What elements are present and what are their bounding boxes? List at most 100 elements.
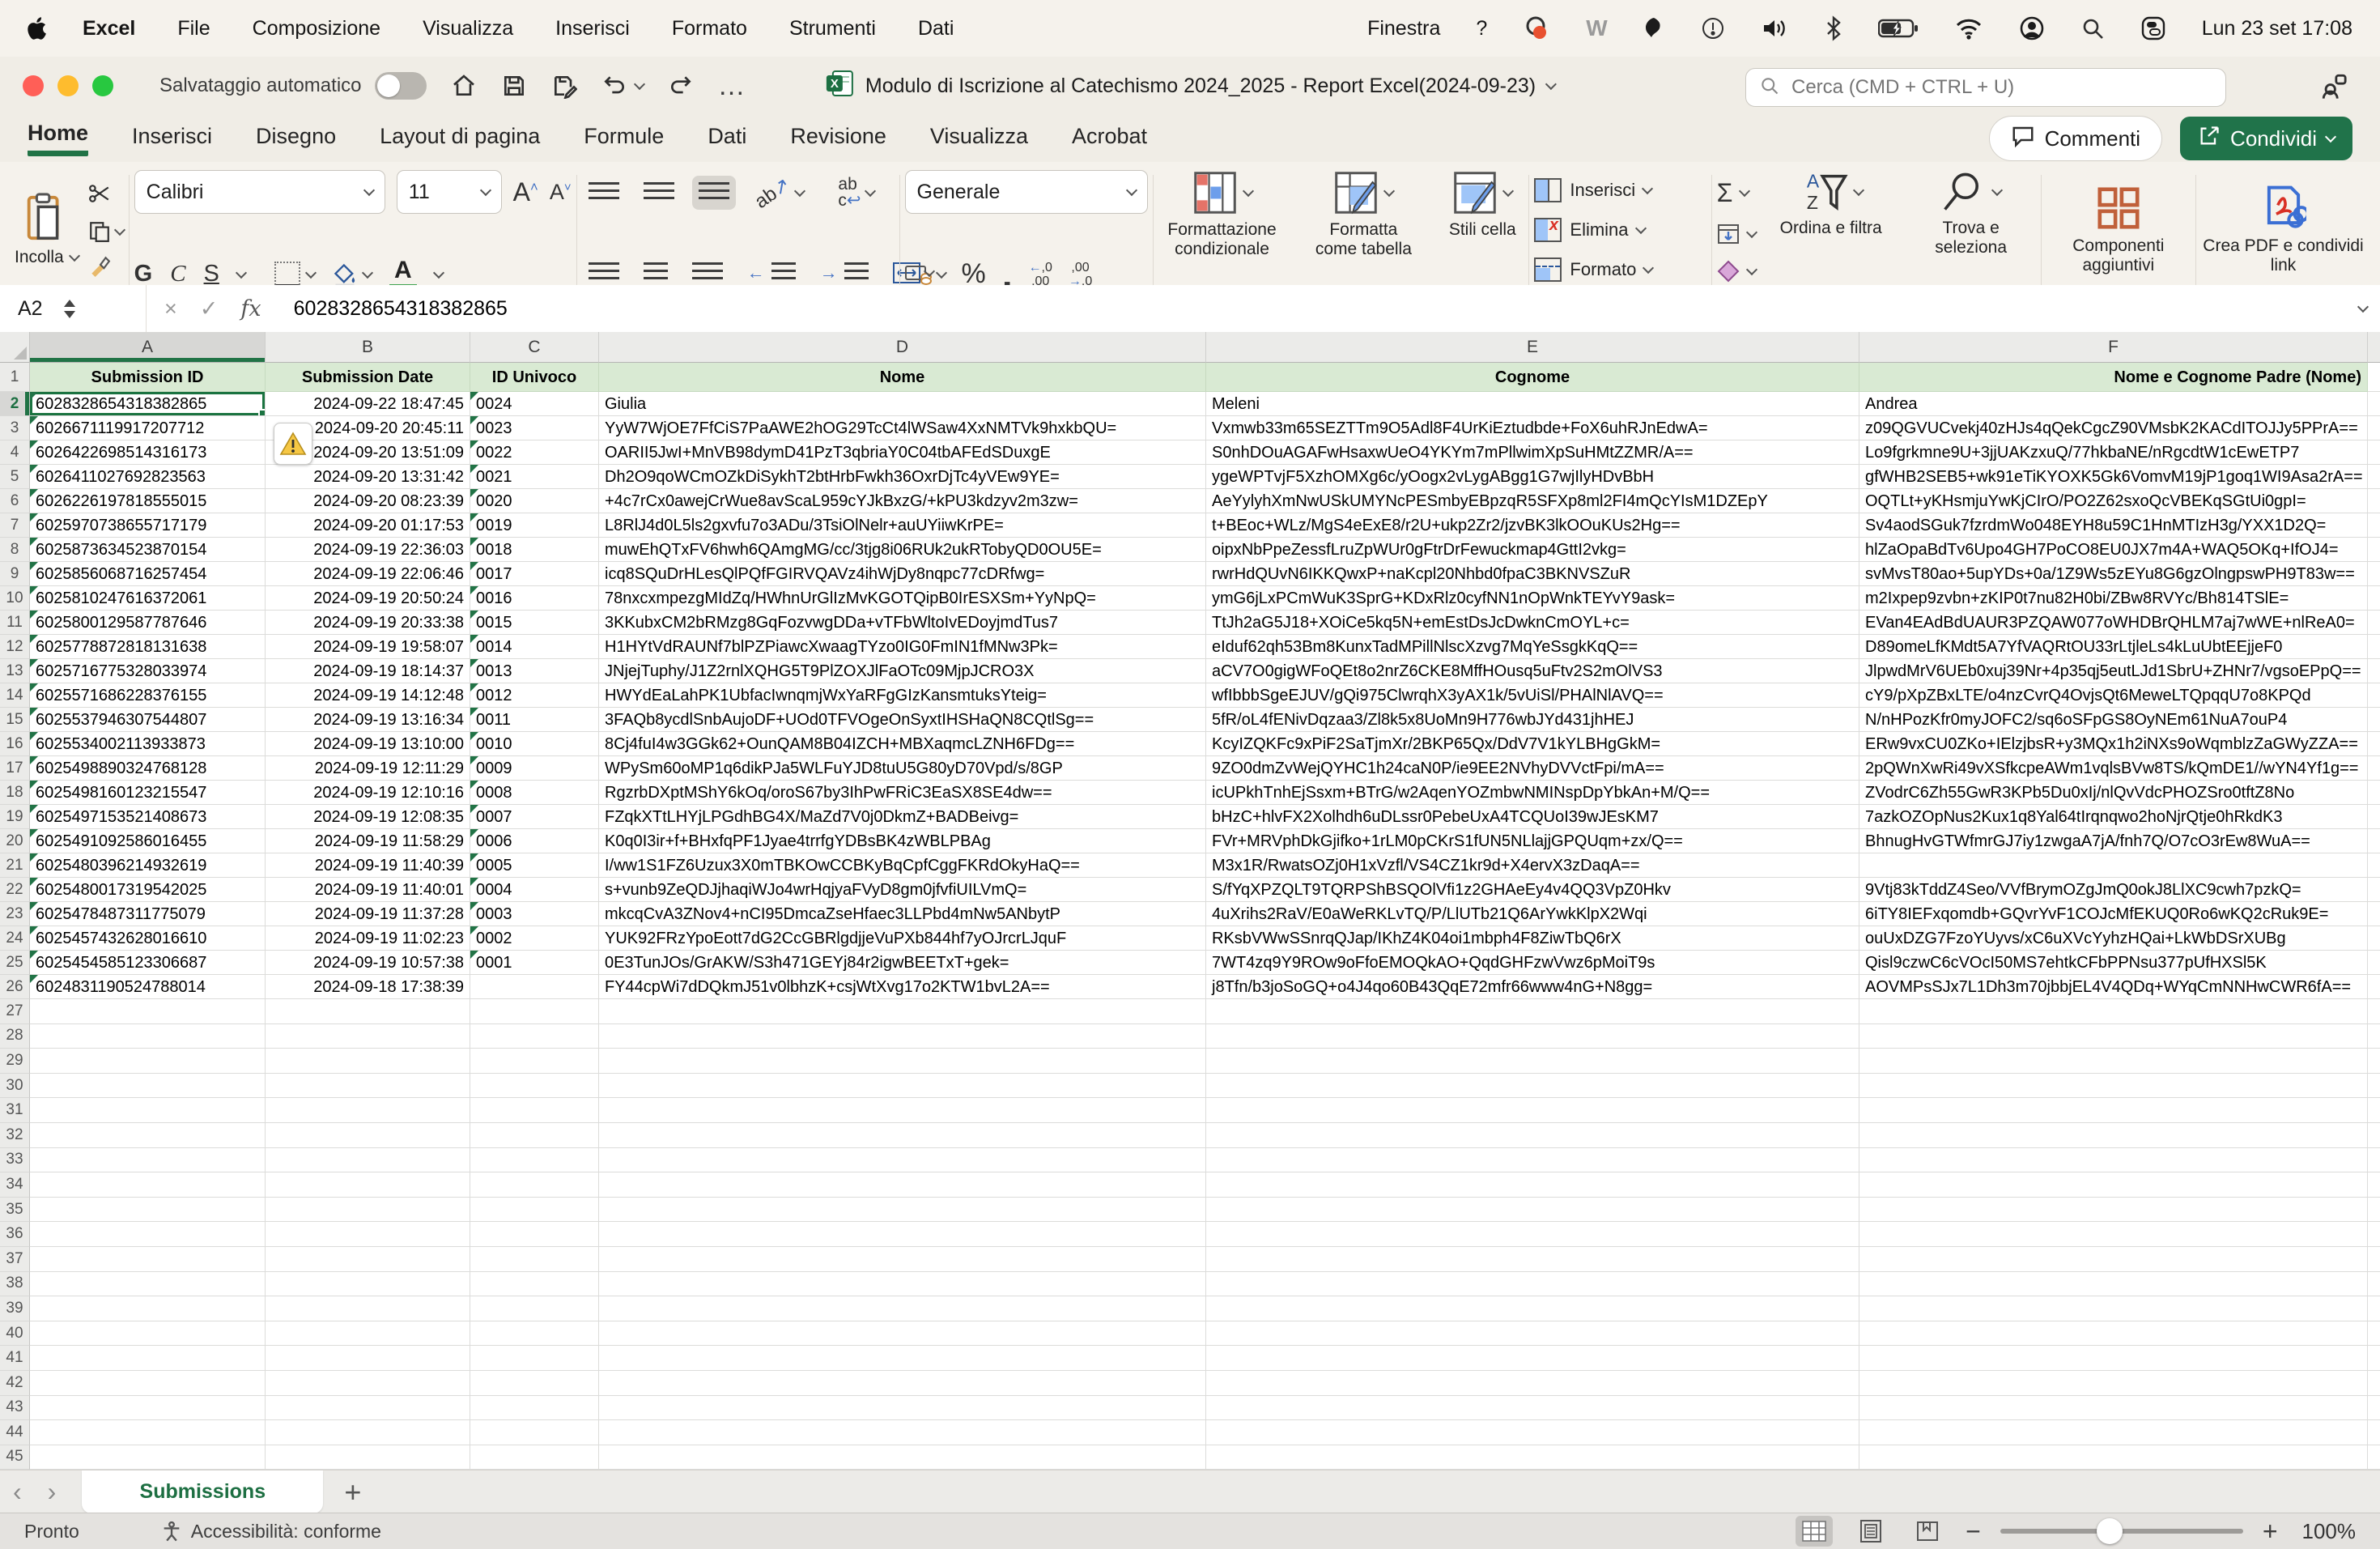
search-box[interactable] [1745, 68, 2226, 107]
cell[interactable] [1206, 1172, 1859, 1198]
cell[interactable] [30, 1148, 266, 1173]
cell[interactable] [266, 1172, 470, 1198]
cell[interactable]: RgzrbDXptMShY6kOq/oroS67by3IhPwFRiC3EaSX… [599, 781, 1206, 805]
cell[interactable] [266, 999, 470, 1024]
cell[interactable] [470, 1074, 599, 1099]
insert-cells-button[interactable]: Inserisci [1534, 178, 1706, 202]
cell[interactable] [599, 1247, 1206, 1272]
menu-item-visualizza[interactable]: Visualizza [423, 17, 513, 40]
bluetooth-icon[interactable] [1825, 15, 1842, 41]
cell[interactable]: 4uXrihs2RaV/E0aWeRKLvTQ/P/LlUTb21Q6ArYwk… [1206, 902, 1859, 926]
cell[interactable] [2368, 1321, 2380, 1347]
cell[interactable] [599, 1321, 1206, 1347]
cell[interactable]: 2024-09-20 13:31:42 [266, 465, 470, 489]
addins-button[interactable]: Componenti aggiuntivi [2046, 185, 2191, 275]
cell[interactable]: FZqkXTtLHYjLPGdhBG4X/MaZd7V0j0DkmZ+BADBe… [599, 805, 1206, 829]
cell[interactable]: 0014 [470, 635, 599, 659]
cell[interactable] [2368, 926, 2380, 951]
cell[interactable] [266, 1272, 470, 1297]
cell[interactable] [2368, 732, 2380, 756]
cell[interactable] [1859, 1321, 2368, 1347]
cell[interactable]: 2024-09-19 11:40:39 [266, 853, 470, 878]
cell[interactable]: 2024-09-19 11:37:28 [266, 902, 470, 926]
cell[interactable]: 0020 [470, 489, 599, 513]
decrease-font-icon[interactable]: A˅ [550, 180, 572, 205]
cell[interactable]: 2024-09-20 08:23:39 [266, 489, 470, 513]
cell[interactable] [2368, 1396, 2380, 1421]
cell[interactable] [2368, 878, 2380, 902]
cell[interactable] [1859, 1098, 2368, 1123]
cell[interactable]: 5fR/oL4fENivDqzaa3/Zl8k5x8UoMn9H776wbJYd… [1206, 708, 1859, 732]
cell[interactable]: BhnugHvGTWfmrGJ7iy1zwgaA7jA/fnh7Q/O7cO3r… [1859, 829, 2368, 853]
cell[interactable]: s+vunb9ZeQDJjhaqiWJo4wrHqjyaFVyD8gm0jfvf… [599, 878, 1206, 902]
row-number[interactable]: 11 [0, 611, 30, 635]
menu-item-strumenti[interactable]: Strumenti [789, 17, 876, 40]
cell[interactable] [1206, 1321, 1859, 1347]
cell[interactable]: Lo9fgrkmne9U+3jjUAKzxuQ/77hkbaNE/nRgcdtW… [1859, 440, 2368, 465]
cell[interactable]: I/ww1S1FZ6Uzux3X0mTBKOwCCBKyBqCpfCggFKRd… [599, 853, 1206, 878]
increase-decimal-icon[interactable]: ←,0,00 [1029, 261, 1052, 288]
cell[interactable] [266, 1396, 470, 1421]
cell[interactable] [1859, 1272, 2368, 1297]
row-number[interactable]: 23 [0, 902, 30, 926]
cell[interactable] [599, 1074, 1206, 1099]
row-number[interactable]: 5 [0, 465, 30, 489]
cell[interactable]: rwrHdQUvN6IKKQwxP+naKcpl20Nhbd0fpaC3BKNV… [1206, 562, 1859, 586]
cell[interactable] [2368, 611, 2380, 635]
row-number[interactable]: 8 [0, 538, 30, 562]
row-number[interactable]: 1 [0, 363, 30, 392]
cell[interactable]: 0010 [470, 732, 599, 756]
cell[interactable]: 6026226197818555015 [30, 489, 266, 513]
cell[interactable]: eIduf62qh53Bm8KunxTadMPillNlscXzvg7MqYeS… [1206, 635, 1859, 659]
comma-format-icon[interactable]: , [1002, 266, 1013, 283]
menu-item-help[interactable]: ? [1476, 17, 1487, 40]
cell[interactable]: 0017 [470, 562, 599, 586]
header-cell[interactable]: Submission ID [30, 363, 266, 392]
cell[interactable] [470, 1098, 599, 1123]
insert-function-icon[interactable]: fx [240, 296, 261, 321]
cell[interactable] [1206, 1396, 1859, 1421]
cell[interactable]: 0004 [470, 878, 599, 902]
cell[interactable]: Dh2O9qoWCmOZkDiSykhT2btHrbFwkh36OxrDjTc4… [599, 465, 1206, 489]
cell[interactable]: 2024-09-19 22:06:46 [266, 562, 470, 586]
error-checking-button[interactable] [274, 423, 312, 465]
cell[interactable]: 8Cj4fuI4w3GGk62+OunQAM8B04IZCH+MBXaqmcLZ… [599, 732, 1206, 756]
cell[interactable] [470, 1296, 599, 1321]
cell[interactable]: 0001 [470, 951, 599, 975]
cell[interactable]: Vxmwb33m65SEZTTm9O5Adl8F4UrKiEztudbde+Fo… [1206, 416, 1859, 440]
currency-format-icon[interactable] [905, 263, 946, 286]
cell[interactable]: D89omeLfKMdt5A7YfVAQRtOU33rLtjleLs4kLuUb… [1859, 635, 2368, 659]
cell[interactable] [1859, 1074, 2368, 1099]
cell[interactable] [2368, 465, 2380, 489]
header-cell[interactable]: Nome e Cognome Padre (Nome) [1859, 363, 2368, 392]
row-number[interactable]: 28 [0, 1024, 30, 1049]
cell[interactable] [30, 1172, 266, 1198]
cell[interactable] [1859, 1123, 2368, 1148]
cell[interactable] [2368, 999, 2380, 1024]
cell[interactable]: aCV7O0gigWFoQEt8o2nrZ6CKE8MffHOusq5uFtv2… [1206, 659, 1859, 683]
cell[interactable]: 7azkOZOpNus2Kux1q8Yal64tIrqnqwo2hoNjrQtj… [1859, 805, 2368, 829]
close-window-button[interactable] [23, 75, 44, 96]
add-sheet-button[interactable]: + [323, 1470, 382, 1513]
cell[interactable]: 6026671119917207712 [30, 416, 266, 440]
cell[interactable]: 2024-09-19 12:11:29 [266, 756, 470, 781]
cell[interactable] [266, 1371, 470, 1396]
cell[interactable]: 0005 [470, 853, 599, 878]
cell[interactable] [1206, 1371, 1859, 1396]
cell[interactable]: 0011 [470, 708, 599, 732]
cell[interactable] [1206, 1296, 1859, 1321]
cell[interactable]: 2024-09-20 01:17:53 [266, 513, 470, 538]
header-cell[interactable]: ID Univoco [470, 363, 599, 392]
cell[interactable] [2368, 513, 2380, 538]
row-number[interactable]: 26 [0, 975, 30, 999]
cell[interactable] [2368, 392, 2380, 416]
cell[interactable] [470, 1247, 599, 1272]
cell[interactable]: icUPkhTnhEjSsxm+BTrG/w2AqenYOZmbwNMINspD… [1206, 781, 1859, 805]
row-number[interactable]: 13 [0, 659, 30, 683]
cell[interactable]: 3KKubxCM2bRMzg8GqFozvwgDDa+vTFbWltoIvEDo… [599, 611, 1206, 635]
cell[interactable]: JNjejTuphy/J1Z2rnlXQHG5T9PlZOXJlFaOTc09M… [599, 659, 1206, 683]
menu-item-finestra[interactable]: Finestra [1367, 17, 1440, 40]
cell[interactable] [30, 1024, 266, 1049]
cell[interactable]: 0008 [470, 781, 599, 805]
formula-bar-expand-icon[interactable] [2357, 301, 2369, 313]
